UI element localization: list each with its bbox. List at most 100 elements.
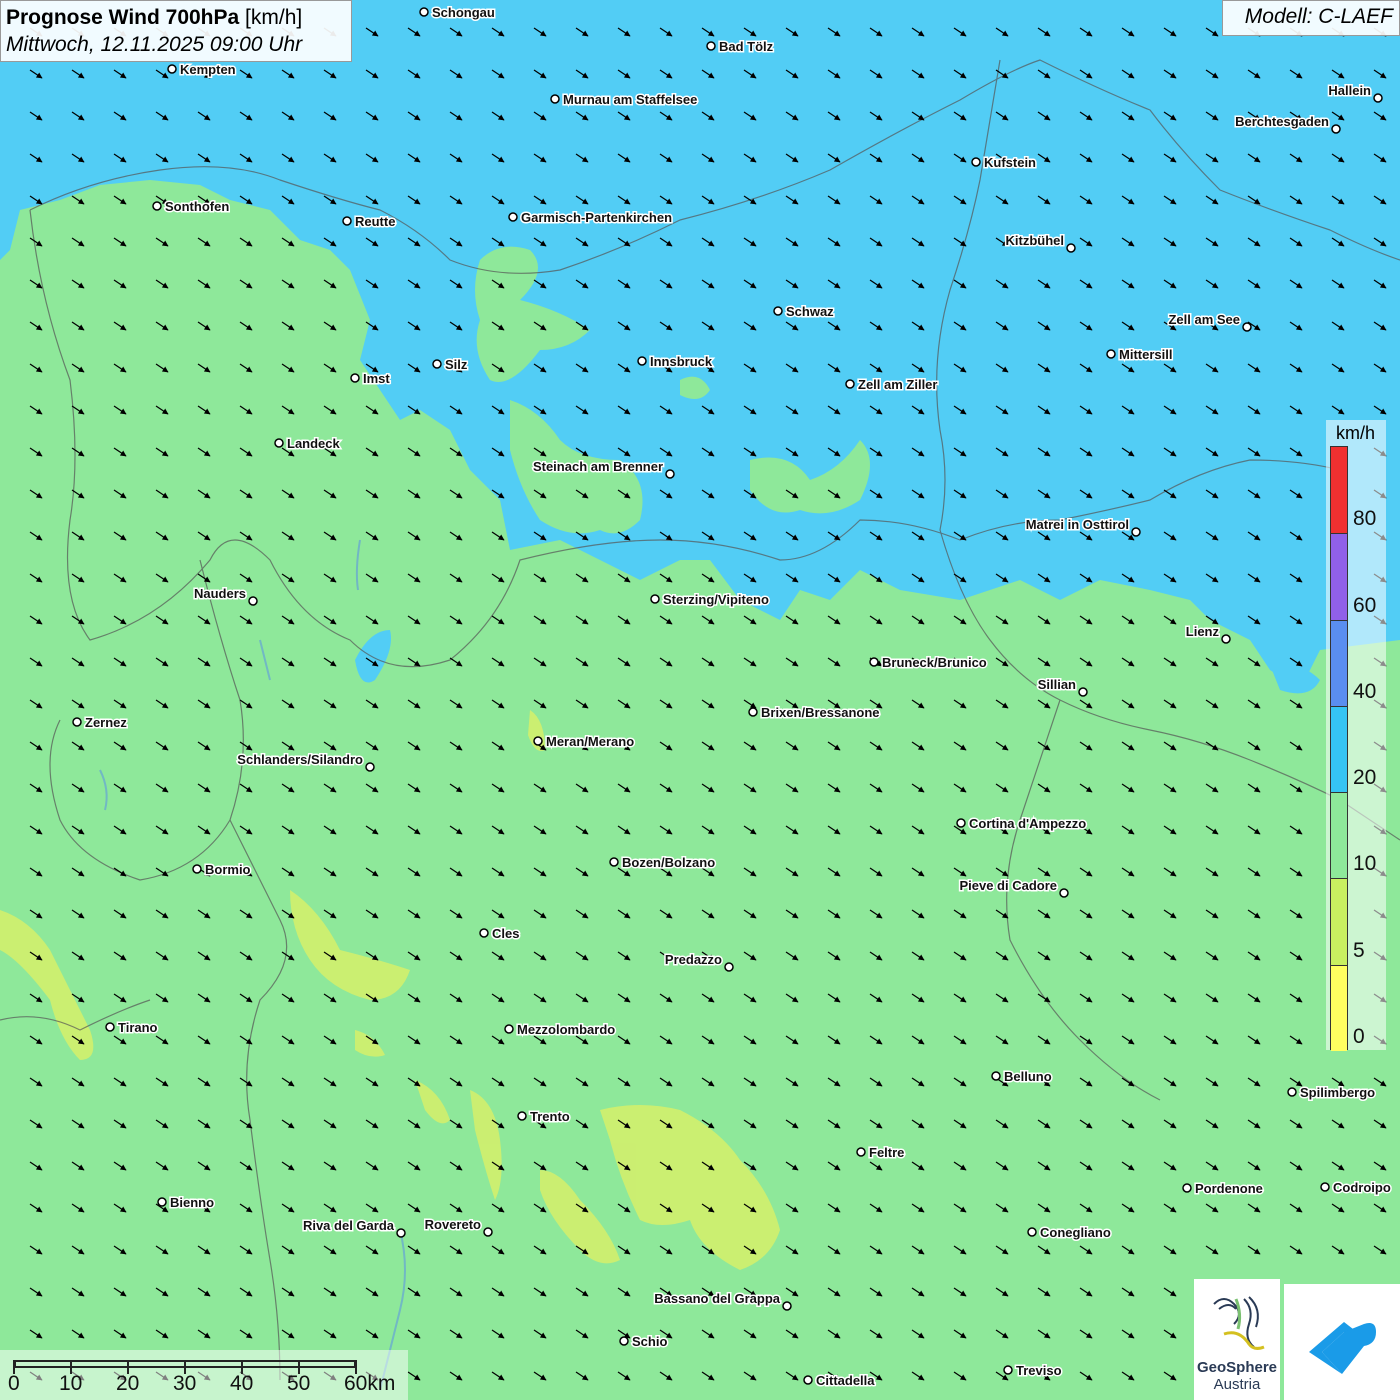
city-marker-icon bbox=[479, 928, 489, 938]
legend-color-bar bbox=[1330, 446, 1348, 1051]
city-sterzing-vipiteno[interactable]: Sterzing/Vipiteno bbox=[650, 591, 770, 609]
city-label: Kitzbühel bbox=[1006, 233, 1065, 248]
city-label: Murnau am Staffelsee bbox=[563, 92, 697, 107]
legend-color-segment bbox=[1331, 619, 1347, 706]
legend-color-segment bbox=[1331, 705, 1347, 793]
city-label: Bruneck/Brunico bbox=[882, 655, 987, 670]
city-conegliano[interactable]: Conegliano bbox=[1027, 1224, 1112, 1242]
city-garmisch-partenkirchen[interactable]: Garmisch-Partenkirchen bbox=[508, 209, 674, 227]
city-marker-icon bbox=[483, 1227, 493, 1237]
city-marker-icon bbox=[533, 736, 543, 746]
city-label: Hallein bbox=[1328, 83, 1371, 98]
city-marker-icon bbox=[650, 594, 660, 604]
city-marker-icon bbox=[419, 7, 429, 17]
city-label: Pordenone bbox=[1195, 1181, 1263, 1196]
city-sonthofen[interactable]: Sonthofen bbox=[152, 198, 231, 216]
city-label: Rovereto bbox=[425, 1217, 481, 1232]
scale-label: 30 bbox=[173, 1372, 197, 1395]
city-label: Bienno bbox=[170, 1195, 214, 1210]
city-murnau-am-staffelsee[interactable]: Murnau am Staffelsee bbox=[550, 91, 699, 109]
city-label: Matrei in Osttirol bbox=[1026, 517, 1129, 532]
city-label: Berchtesgaden bbox=[1235, 114, 1329, 129]
city-innsbruck[interactable]: Innsbruck bbox=[637, 353, 714, 371]
city-label: Imst bbox=[363, 371, 390, 386]
city-marker-icon bbox=[1320, 1182, 1330, 1192]
city-marker-icon bbox=[1059, 888, 1069, 898]
city-marker-icon bbox=[1003, 1365, 1013, 1375]
map-title-box: Prognose Wind 700hPa [km/h] Mittwoch, 12… bbox=[0, 0, 352, 62]
city-marker-icon bbox=[1106, 349, 1116, 359]
color-legend: km/h 80 60 40 20 10 5 0 bbox=[1326, 420, 1386, 1051]
city-marker-icon bbox=[1182, 1183, 1192, 1193]
city-label: Schlanders/Silandro bbox=[237, 752, 363, 767]
city-label: Riva del Garda bbox=[303, 1218, 395, 1233]
city-marker-icon bbox=[152, 201, 162, 211]
city-schongau[interactable]: Schongau bbox=[419, 4, 496, 22]
city-label: Schio bbox=[632, 1334, 667, 1349]
city-marker-icon bbox=[1373, 93, 1383, 103]
city-marker-icon bbox=[845, 379, 855, 389]
city-label: Feltre bbox=[869, 1145, 904, 1160]
city-cortina-d-ampezzo[interactable]: Cortina d'Ampezzo bbox=[956, 815, 1088, 833]
city-pordenone[interactable]: Pordenone bbox=[1182, 1180, 1264, 1198]
city-marker-icon bbox=[956, 818, 966, 828]
city-marker-icon bbox=[365, 762, 375, 772]
forecast-datetime: Mittwoch, 12.11.2025 09:00 Uhr bbox=[6, 33, 303, 56]
city-marker-icon bbox=[637, 356, 647, 366]
scale-bar: 0 10 20 30 40 50 60km bbox=[0, 1350, 408, 1400]
city-label: Kempten bbox=[180, 62, 236, 77]
wind-map[interactable]: Schongau Bad Tölz Kempten Murnau am Staffel… bbox=[0, 0, 1400, 1400]
city-bruneck-brunico[interactable]: Bruneck/Brunico bbox=[869, 654, 988, 672]
city-marker-icon bbox=[856, 1147, 866, 1157]
map-title-unit: [km/h] bbox=[245, 6, 303, 29]
geosphere-logo-icon bbox=[1213, 1296, 1265, 1350]
city-label: Treviso bbox=[1016, 1363, 1062, 1378]
city-marker-icon bbox=[609, 857, 619, 867]
city-label: Schwaz bbox=[786, 304, 834, 319]
city-bozen-bolzano[interactable]: Bozen/Bolzano bbox=[609, 854, 717, 872]
city-label: Landeck bbox=[287, 436, 341, 451]
city-spilimbergo[interactable]: Spilimbergo bbox=[1287, 1084, 1377, 1102]
city-brixen-bressanone[interactable]: Brixen/Bressanone bbox=[748, 704, 881, 722]
city-label: Bozen/Bolzano bbox=[622, 855, 715, 870]
city-marker-icon bbox=[517, 1111, 527, 1121]
city-marker-icon bbox=[350, 373, 360, 383]
city-label: Zell am Ziller bbox=[858, 377, 937, 392]
app-logo[interactable] bbox=[1284, 1284, 1400, 1400]
city-label: Nauders bbox=[194, 586, 246, 601]
legend-color-segment bbox=[1331, 447, 1347, 534]
city-label: Pieve di Cadore bbox=[959, 878, 1057, 893]
city-label: Silz bbox=[445, 357, 468, 372]
city-label: Sterzing/Vipiteno bbox=[663, 592, 769, 607]
city-label: Brixen/Bressanone bbox=[761, 705, 880, 720]
scale-label: 40 bbox=[230, 1372, 254, 1395]
city-zell-am-ziller[interactable]: Zell am Ziller bbox=[845, 376, 939, 394]
model-label: Modell: C-LAEF bbox=[1222, 0, 1400, 36]
city-mezzolombardo[interactable]: Mezzolombardo bbox=[504, 1021, 617, 1039]
city-label: Steinach am Brenner bbox=[533, 459, 663, 474]
city-label: Sillian bbox=[1038, 677, 1076, 692]
app-logo-icon bbox=[1309, 1322, 1376, 1374]
geosphere-logo[interactable]: GeoSphere Austria bbox=[1194, 1279, 1280, 1400]
legend-tick-label: 60 bbox=[1353, 593, 1377, 617]
legend-tick-label: 40 bbox=[1353, 679, 1377, 703]
city-marker-icon bbox=[1027, 1227, 1037, 1237]
city-marker-icon bbox=[1242, 322, 1252, 332]
city-marker-icon bbox=[869, 657, 879, 667]
city-label: Cles bbox=[492, 926, 519, 941]
scale-label: 60km bbox=[344, 1372, 396, 1395]
city-label: Predazzo bbox=[665, 952, 722, 967]
logo-text-line1: GeoSphere bbox=[1196, 1359, 1278, 1376]
legend-color-segment bbox=[1331, 533, 1347, 620]
map-title: Prognose Wind 700hPa [km/h] bbox=[6, 4, 346, 32]
legend-tick-label: 80 bbox=[1353, 507, 1377, 531]
city-label: Mittersill bbox=[1119, 347, 1172, 362]
city-label: Zernez bbox=[85, 715, 127, 730]
city-label: Cittadella bbox=[816, 1373, 875, 1388]
city-marker-icon bbox=[773, 306, 783, 316]
city-marker-icon bbox=[274, 438, 284, 448]
city-meran-merano[interactable]: Meran/Merano bbox=[533, 733, 636, 751]
city-label: Tirano bbox=[118, 1020, 158, 1035]
city-marker-icon bbox=[157, 1197, 167, 1207]
city-marker-icon bbox=[619, 1336, 629, 1346]
